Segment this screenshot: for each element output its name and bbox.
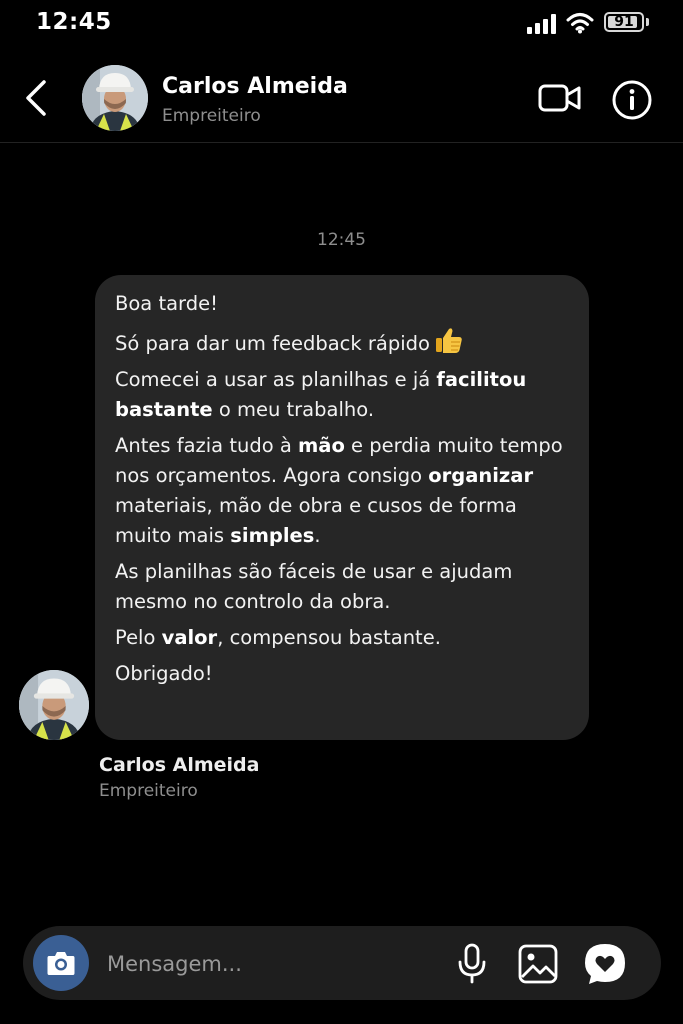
p5-text-c: , compensou bastante. — [217, 626, 441, 649]
message-paragraph-3: Antes fazia tudo à mão e perdia muito te… — [115, 431, 569, 551]
camera-icon — [47, 952, 75, 975]
back-icon — [26, 80, 46, 116]
chat-header: Carlos Almeida Empreiteiro — [0, 54, 683, 143]
status-time: 12:45 — [36, 9, 112, 35]
feedback-text: Só para dar um feedback rápido — [115, 332, 430, 355]
message-paragraph-5: Pelo valor, compensou bastante. — [115, 623, 569, 653]
sender-avatar[interactable] — [19, 670, 89, 740]
thumbs-up-icon — [435, 328, 462, 353]
like-button[interactable] — [583, 942, 627, 986]
message-input[interactable] — [105, 942, 439, 986]
gallery-button[interactable] — [518, 944, 558, 984]
p3-text-a: Antes fazia tudo à — [115, 434, 298, 457]
sender-name: Carlos Almeida — [99, 754, 260, 776]
wifi-icon — [566, 13, 594, 34]
message-paragraph-2: Comecei a usar as planilhas e já facilit… — [115, 365, 569, 425]
p3-bold-a: mão — [297, 434, 345, 457]
chat-screen: 12:45 91 Carlos Almeida Empreiteiro 12:4… — [0, 0, 683, 1024]
heart-icon — [585, 944, 625, 984]
p5-text-a: Pelo — [115, 626, 162, 649]
message-paragraph-4: As planilhas são fáceis de usar e ajudam… — [115, 560, 513, 613]
message-greeting: Boa tarde! — [115, 292, 218, 315]
signal-icon — [527, 14, 556, 34]
contact-avatar[interactable] — [82, 65, 148, 131]
battery-cap — [646, 18, 649, 26]
contact-name[interactable]: Carlos Almeida — [162, 74, 348, 99]
video-call-button[interactable] — [537, 80, 583, 116]
microphone-button[interactable] — [456, 943, 488, 985]
avatar-image — [82, 65, 148, 131]
p3-text-g: . — [314, 524, 321, 547]
info-icon — [612, 80, 652, 120]
message-composer — [23, 926, 661, 1000]
p2-text-end: o meu trabalho. — [212, 398, 375, 421]
p3-bold-d: organizar — [428, 464, 534, 487]
message-closing: Obrigado! — [115, 662, 213, 685]
p3-bold-f: simples — [230, 524, 315, 547]
message-feedback-line: Só para dar um feedback rápido — [115, 325, 569, 359]
battery-icon: 91 — [604, 12, 650, 34]
camera-button[interactable] — [33, 935, 89, 991]
sender-role: Empreiteiro — [99, 781, 198, 801]
avatar-image — [19, 670, 89, 740]
info-button[interactable] — [611, 79, 653, 121]
p5-bold: valor — [161, 626, 218, 649]
video-camera-icon — [538, 84, 581, 112]
image-icon — [518, 944, 558, 984]
contact-role: Empreiteiro — [162, 106, 261, 126]
message-bubble[interactable]: Boa tarde! Só para dar um feedback rápid… — [95, 275, 589, 740]
microphone-icon — [458, 943, 486, 984]
message-timestamp: 12:45 — [317, 230, 366, 250]
back-button[interactable] — [20, 78, 56, 118]
p2-text: Comecei a usar as planilhas e já — [115, 368, 437, 391]
status-bar: 12:45 91 — [0, 0, 683, 48]
battery-level: 91 — [614, 14, 634, 30]
